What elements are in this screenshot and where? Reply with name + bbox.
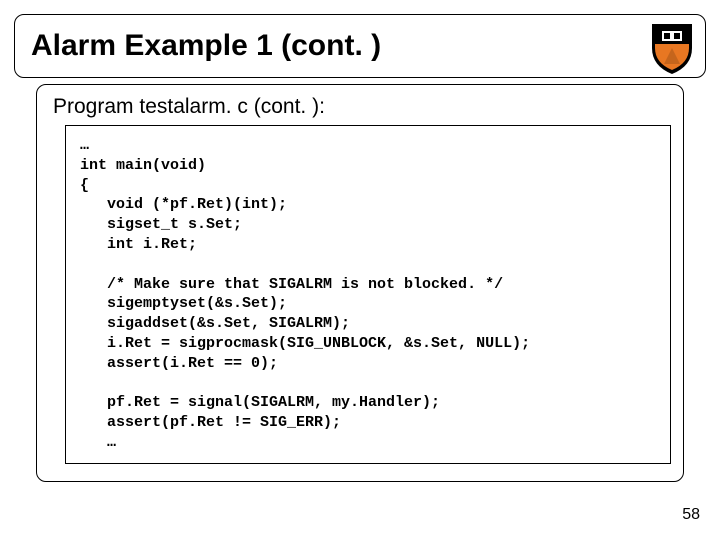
slide: Alarm Example 1 (cont. ) Program testala… xyxy=(0,0,720,540)
program-label: Program testalarm. c (cont. ): xyxy=(53,95,669,119)
code-box: … int main(void) { void (*pf.Ret)(int); … xyxy=(65,125,671,464)
princeton-shield-icon xyxy=(644,20,700,76)
code-listing: … int main(void) { void (*pf.Ret)(int); … xyxy=(80,136,656,453)
page-number: 58 xyxy=(682,506,700,524)
content-box: Program testalarm. c (cont. ): … int mai… xyxy=(36,84,684,482)
title-box: Alarm Example 1 (cont. ) xyxy=(14,14,706,78)
slide-title: Alarm Example 1 (cont. ) xyxy=(31,29,381,63)
